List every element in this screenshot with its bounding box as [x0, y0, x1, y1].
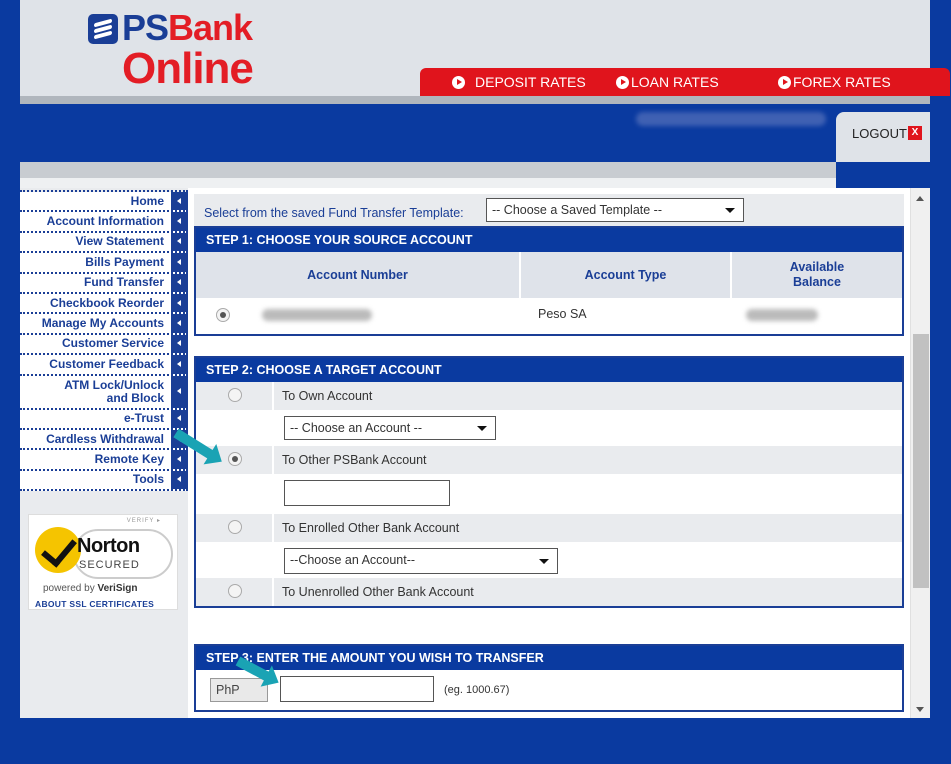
logout-tab[interactable]: LOGOUT X: [836, 112, 930, 162]
chevron-left-icon: [171, 409, 188, 428]
about-ssl-link[interactable]: ABOUT SSL CERTIFICATES: [35, 599, 154, 609]
chevron-left-icon: [171, 375, 188, 408]
step2-title: STEP 2: CHOOSE A TARGET ACCOUNT: [196, 358, 902, 382]
sidebar-item-remote-key[interactable]: Remote Key: [20, 450, 188, 471]
loan-rates-link[interactable]: LOAN RATES: [616, 74, 719, 90]
sidebar-item-tools[interactable]: Tools: [20, 470, 188, 492]
scroll-down-icon[interactable]: [916, 707, 924, 712]
amount-input[interactable]: [280, 676, 434, 702]
psbank-logo[interactable]: PSBank Online: [86, 7, 266, 93]
sidebar-item-customer-feedback[interactable]: Customer Feedback: [20, 355, 188, 376]
amount-row: PhP (eg. 1000.67): [196, 670, 902, 708]
sidebar-item-cardless-withdrawal[interactable]: Cardless Withdrawal: [20, 429, 188, 451]
forex-rates-link[interactable]: FOREX RATES: [778, 74, 891, 90]
norton-secured-text: SECURED: [79, 559, 140, 571]
source-account-radio[interactable]: [216, 308, 230, 322]
sidebar-item-customer-service[interactable]: Customer Service: [20, 334, 188, 356]
sidebar-item-e-trust[interactable]: e-Trust: [20, 409, 188, 430]
toolbar-strip: [20, 162, 836, 178]
step2-panel: STEP 2: CHOOSE A TARGET ACCOUNT To Own A…: [194, 356, 904, 608]
enrolled-bank-select[interactable]: --Choose an Account--: [284, 548, 558, 574]
other-psbank-account-input[interactable]: [284, 480, 450, 506]
chevron-left-icon: [171, 253, 188, 272]
sidebar-item-manage-my-accounts[interactable]: Manage My Accounts: [20, 314, 188, 335]
chevron-left-icon: [171, 314, 188, 333]
sidebar-item-view-statement[interactable]: View Statement: [20, 232, 188, 254]
logout-label[interactable]: LOGOUT: [852, 126, 907, 141]
enrolled-bank-radio[interactable]: [228, 520, 242, 534]
sidebar: Home Account Information View Statement …: [20, 188, 188, 718]
account-type-value: Peso SA: [538, 307, 587, 321]
scroll-up-icon[interactable]: [916, 196, 924, 201]
table-row[interactable]: Peso SA: [196, 298, 902, 330]
amount-example: (eg. 1000.67): [444, 684, 510, 696]
logo-ps: PS: [122, 7, 169, 48]
sidebar-item-bills-payment[interactable]: Bills Payment: [20, 253, 188, 274]
chevron-left-icon: [171, 232, 188, 252]
template-label: Select from the saved Fund Transfer Temp…: [204, 206, 464, 220]
rates-bar: DEPOSIT RATES LOAN RATES FOREX RATES: [420, 68, 950, 96]
sidebar-item-atm-lock[interactable]: ATM Lock/Unlock and Block: [20, 375, 188, 410]
psbank-logo-icon: [88, 14, 118, 44]
sidebar-item-checkbook-reorder[interactable]: Checkbook Reorder: [20, 293, 188, 315]
account-number-redacted: [262, 309, 372, 321]
source-account-header: Account Number Account Type Available Ba…: [196, 252, 902, 298]
chevron-left-icon: [171, 334, 188, 354]
chevron-left-icon: [171, 212, 188, 231]
chevron-left-icon: [171, 192, 188, 211]
target-other-psbank-row[interactable]: To Other PSBank Account: [196, 446, 902, 474]
chevron-left-icon: [171, 273, 188, 292]
sidebar-nav: Home Account Information View Statement …: [20, 190, 188, 492]
user-info-redacted: [636, 112, 826, 126]
template-row: Select from the saved Fund Transfer Temp…: [194, 194, 904, 226]
play-bullet-icon: [616, 75, 629, 89]
norton-brand: Norton: [77, 535, 140, 557]
step3-panel: STEP 3: ENTER THE AMOUNT YOU WISH TO TRA…: [194, 644, 904, 712]
col-available-balance: Available Balance: [789, 260, 845, 289]
currency-field: PhP: [210, 678, 268, 702]
col-account-type: Account Type: [521, 252, 732, 298]
own-account-radio[interactable]: [228, 388, 242, 402]
norton-check-icon: [35, 527, 81, 573]
chevron-down-icon: [539, 559, 549, 564]
norton-secured-seal[interactable]: VERIFY ▸ Norton SECURED powered by VeriS…: [28, 514, 178, 610]
sidebar-item-home[interactable]: Home: [20, 192, 188, 213]
play-bullet-icon: [778, 75, 791, 89]
page-header: PSBank Online DEPOSIT RATES LOAN RATES F…: [20, 0, 950, 98]
step1-title: STEP 1: CHOOSE YOUR SOURCE ACCOUNT: [196, 228, 902, 252]
scroll-thumb[interactable]: [913, 334, 929, 588]
logo-online: Online: [122, 44, 254, 93]
chevron-left-icon: [171, 355, 188, 374]
other-psbank-radio[interactable]: [228, 452, 242, 466]
chevron-left-icon: [171, 293, 188, 313]
norton-verify: VERIFY ▸: [126, 518, 161, 524]
target-own-account-row[interactable]: To Own Account: [196, 382, 902, 410]
unenrolled-bank-radio[interactable]: [228, 584, 242, 598]
own-account-select[interactable]: -- Choose an Account --: [284, 416, 496, 440]
step3-title: STEP 3: ENTER THE AMOUNT YOU WISH TO TRA…: [196, 646, 902, 670]
col-account-number: Account Number: [196, 252, 521, 298]
target-unenrolled-bank-row[interactable]: To Unenrolled Other Bank Account: [196, 578, 902, 606]
chevron-left-icon: [171, 450, 188, 469]
header-divider: [20, 96, 930, 104]
chevron-down-icon: [725, 208, 735, 213]
chevron-down-icon: [477, 426, 487, 431]
step1-panel: STEP 1: CHOOSE YOUR SOURCE ACCOUNT Accou…: [194, 226, 904, 336]
play-bullet-icon: [452, 75, 465, 89]
sidebar-item-account-information[interactable]: Account Information: [20, 212, 188, 233]
logout-close-icon[interactable]: X: [908, 126, 922, 140]
content-scrollbar[interactable]: [910, 188, 930, 718]
toolbar-strip-light: [20, 178, 836, 188]
template-select[interactable]: -- Choose a Saved Template --: [486, 198, 744, 222]
main-content: Select from the saved Fund Transfer Temp…: [188, 188, 910, 718]
logo-bank: Bank: [168, 7, 253, 48]
chevron-left-icon: [171, 470, 188, 490]
sidebar-item-fund-transfer[interactable]: Fund Transfer: [20, 273, 188, 294]
target-enrolled-bank-row[interactable]: To Enrolled Other Bank Account: [196, 514, 902, 542]
deposit-rates-link[interactable]: DEPOSIT RATES: [452, 74, 586, 90]
balance-redacted: [746, 309, 818, 321]
